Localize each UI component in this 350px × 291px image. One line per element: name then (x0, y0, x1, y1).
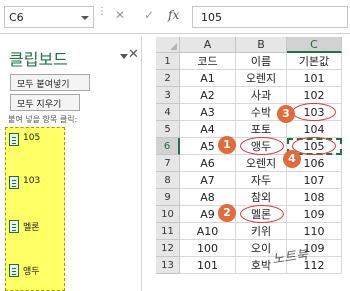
cell-b7[interactable]: 오렌지 (236, 155, 287, 172)
cell-c4[interactable]: 103 (287, 104, 342, 121)
row-header[interactable]: 8 (156, 172, 180, 189)
step-badge-4: 4 (283, 150, 301, 168)
cell-c9[interactable]: 108 (287, 189, 342, 206)
insert-function-icon[interactable]: fx (168, 8, 179, 22)
clipboard-items-label: 붙여 넣을 항목 클릭: (8, 115, 78, 124)
cell-c2[interactable]: 101 (287, 70, 342, 87)
cell-c8[interactable]: 107 (287, 172, 342, 189)
cell-a3[interactable]: A2 (180, 87, 236, 104)
row-header[interactable]: 12 (156, 240, 180, 257)
step-badge-1: 1 (218, 136, 236, 154)
excel-clip-icon (9, 133, 19, 146)
clipboard-pane: 클립보드 ✕ 모두 붙여넣기 모두 지우기 붙여 넣을 항목 클릭: 105 1… (0, 36, 142, 291)
cell-b3[interactable]: 사과 (236, 87, 287, 104)
cell-a12[interactable]: 100 (180, 240, 236, 257)
pane-options-icon[interactable] (120, 54, 128, 59)
clipboard-item-text: 멜론 (23, 223, 40, 233)
cell-a4[interactable]: A3 (180, 104, 236, 121)
clipboard-pane-title: 클립보드 (9, 50, 68, 69)
cell-a7[interactable]: A6 (180, 155, 236, 172)
row-header[interactable]: 7 (156, 155, 180, 172)
cell-b2[interactable]: 오렌지 (236, 70, 287, 87)
excel-clip-icon (9, 264, 19, 277)
step-badge-3: 3 (277, 105, 295, 123)
formula-input[interactable]: 105 (192, 6, 348, 28)
row-header[interactable]: 11 (156, 223, 180, 240)
cell-a8[interactable]: A7 (180, 172, 236, 189)
row-header[interactable]: 5 (156, 121, 180, 138)
cell-b1[interactable]: 이름 (236, 53, 287, 70)
cell-b5[interactable]: 포토 (236, 121, 287, 138)
formula-input-value: 105 (201, 11, 222, 24)
clipboard-item-text: 앵두 (23, 267, 40, 277)
clipboard-item[interactable]: 멜론 (9, 219, 59, 235)
cell-a11[interactable]: A10 (180, 223, 236, 240)
row-header[interactable]: 10 (156, 206, 180, 223)
row-header[interactable]: 3 (156, 87, 180, 104)
cell-b10[interactable]: 멜론 (236, 206, 287, 223)
cell-b8[interactable]: 자두 (236, 172, 287, 189)
cell-b6[interactable]: 앵두 (236, 138, 287, 155)
cell-b11[interactable]: 키위 (236, 223, 287, 240)
clipboard-item[interactable]: 103 (9, 175, 59, 191)
excel-clip-icon (9, 220, 19, 233)
column-header-c[interactable]: C (287, 37, 342, 53)
select-all-button[interactable] (156, 37, 180, 53)
cancel-icon[interactable]: ✕ (115, 8, 125, 22)
row-header[interactable]: 1 (156, 53, 180, 70)
enter-icon[interactable]: ✓ (144, 8, 154, 22)
column-header-b[interactable]: B (236, 37, 287, 53)
row-header[interactable]: 9 (156, 189, 180, 206)
name-box-value: C6 (9, 11, 24, 24)
excel-clip-icon (9, 176, 19, 189)
cell-c1[interactable]: 기본값 (287, 53, 342, 70)
cell-c5[interactable]: 104 (287, 121, 342, 138)
chevron-down-icon[interactable] (81, 16, 89, 20)
clear-all-button[interactable]: 모두 지우기 (10, 94, 80, 111)
cell-a2[interactable]: A1 (180, 70, 236, 87)
drag-handle-icon[interactable]: ⋮ (97, 7, 107, 17)
row-header[interactable]: 6 (156, 138, 180, 155)
cell-a1[interactable]: 코드 (180, 53, 236, 70)
row-header[interactable]: 13 (156, 257, 180, 274)
formula-bar: C6 ⋮ ✕ ✓ fx 105 (0, 0, 350, 34)
step-badge-2: 2 (218, 204, 236, 222)
clipboard-item[interactable]: 앵두 (9, 263, 59, 279)
cell-c11[interactable]: 110 (287, 223, 342, 240)
name-box[interactable]: C6 (4, 6, 94, 28)
cell-c10[interactable]: 109 (287, 206, 342, 223)
cell-c3[interactable]: 102 (287, 87, 342, 104)
close-icon[interactable]: ✕ (128, 47, 139, 62)
column-header-a[interactable]: A (180, 37, 236, 53)
cell-b9[interactable]: 참외 (236, 189, 287, 206)
clipboard-item-text: 105 (23, 133, 41, 143)
paste-all-button[interactable]: 모두 붙여넣기 (10, 74, 90, 91)
clipboard-item[interactable]: 105 (9, 132, 59, 148)
cell-a13[interactable]: 101 (180, 257, 236, 274)
row-header[interactable]: 2 (156, 70, 180, 87)
row-header[interactable]: 4 (156, 104, 180, 121)
clipboard-item-text: 103 (23, 176, 41, 186)
